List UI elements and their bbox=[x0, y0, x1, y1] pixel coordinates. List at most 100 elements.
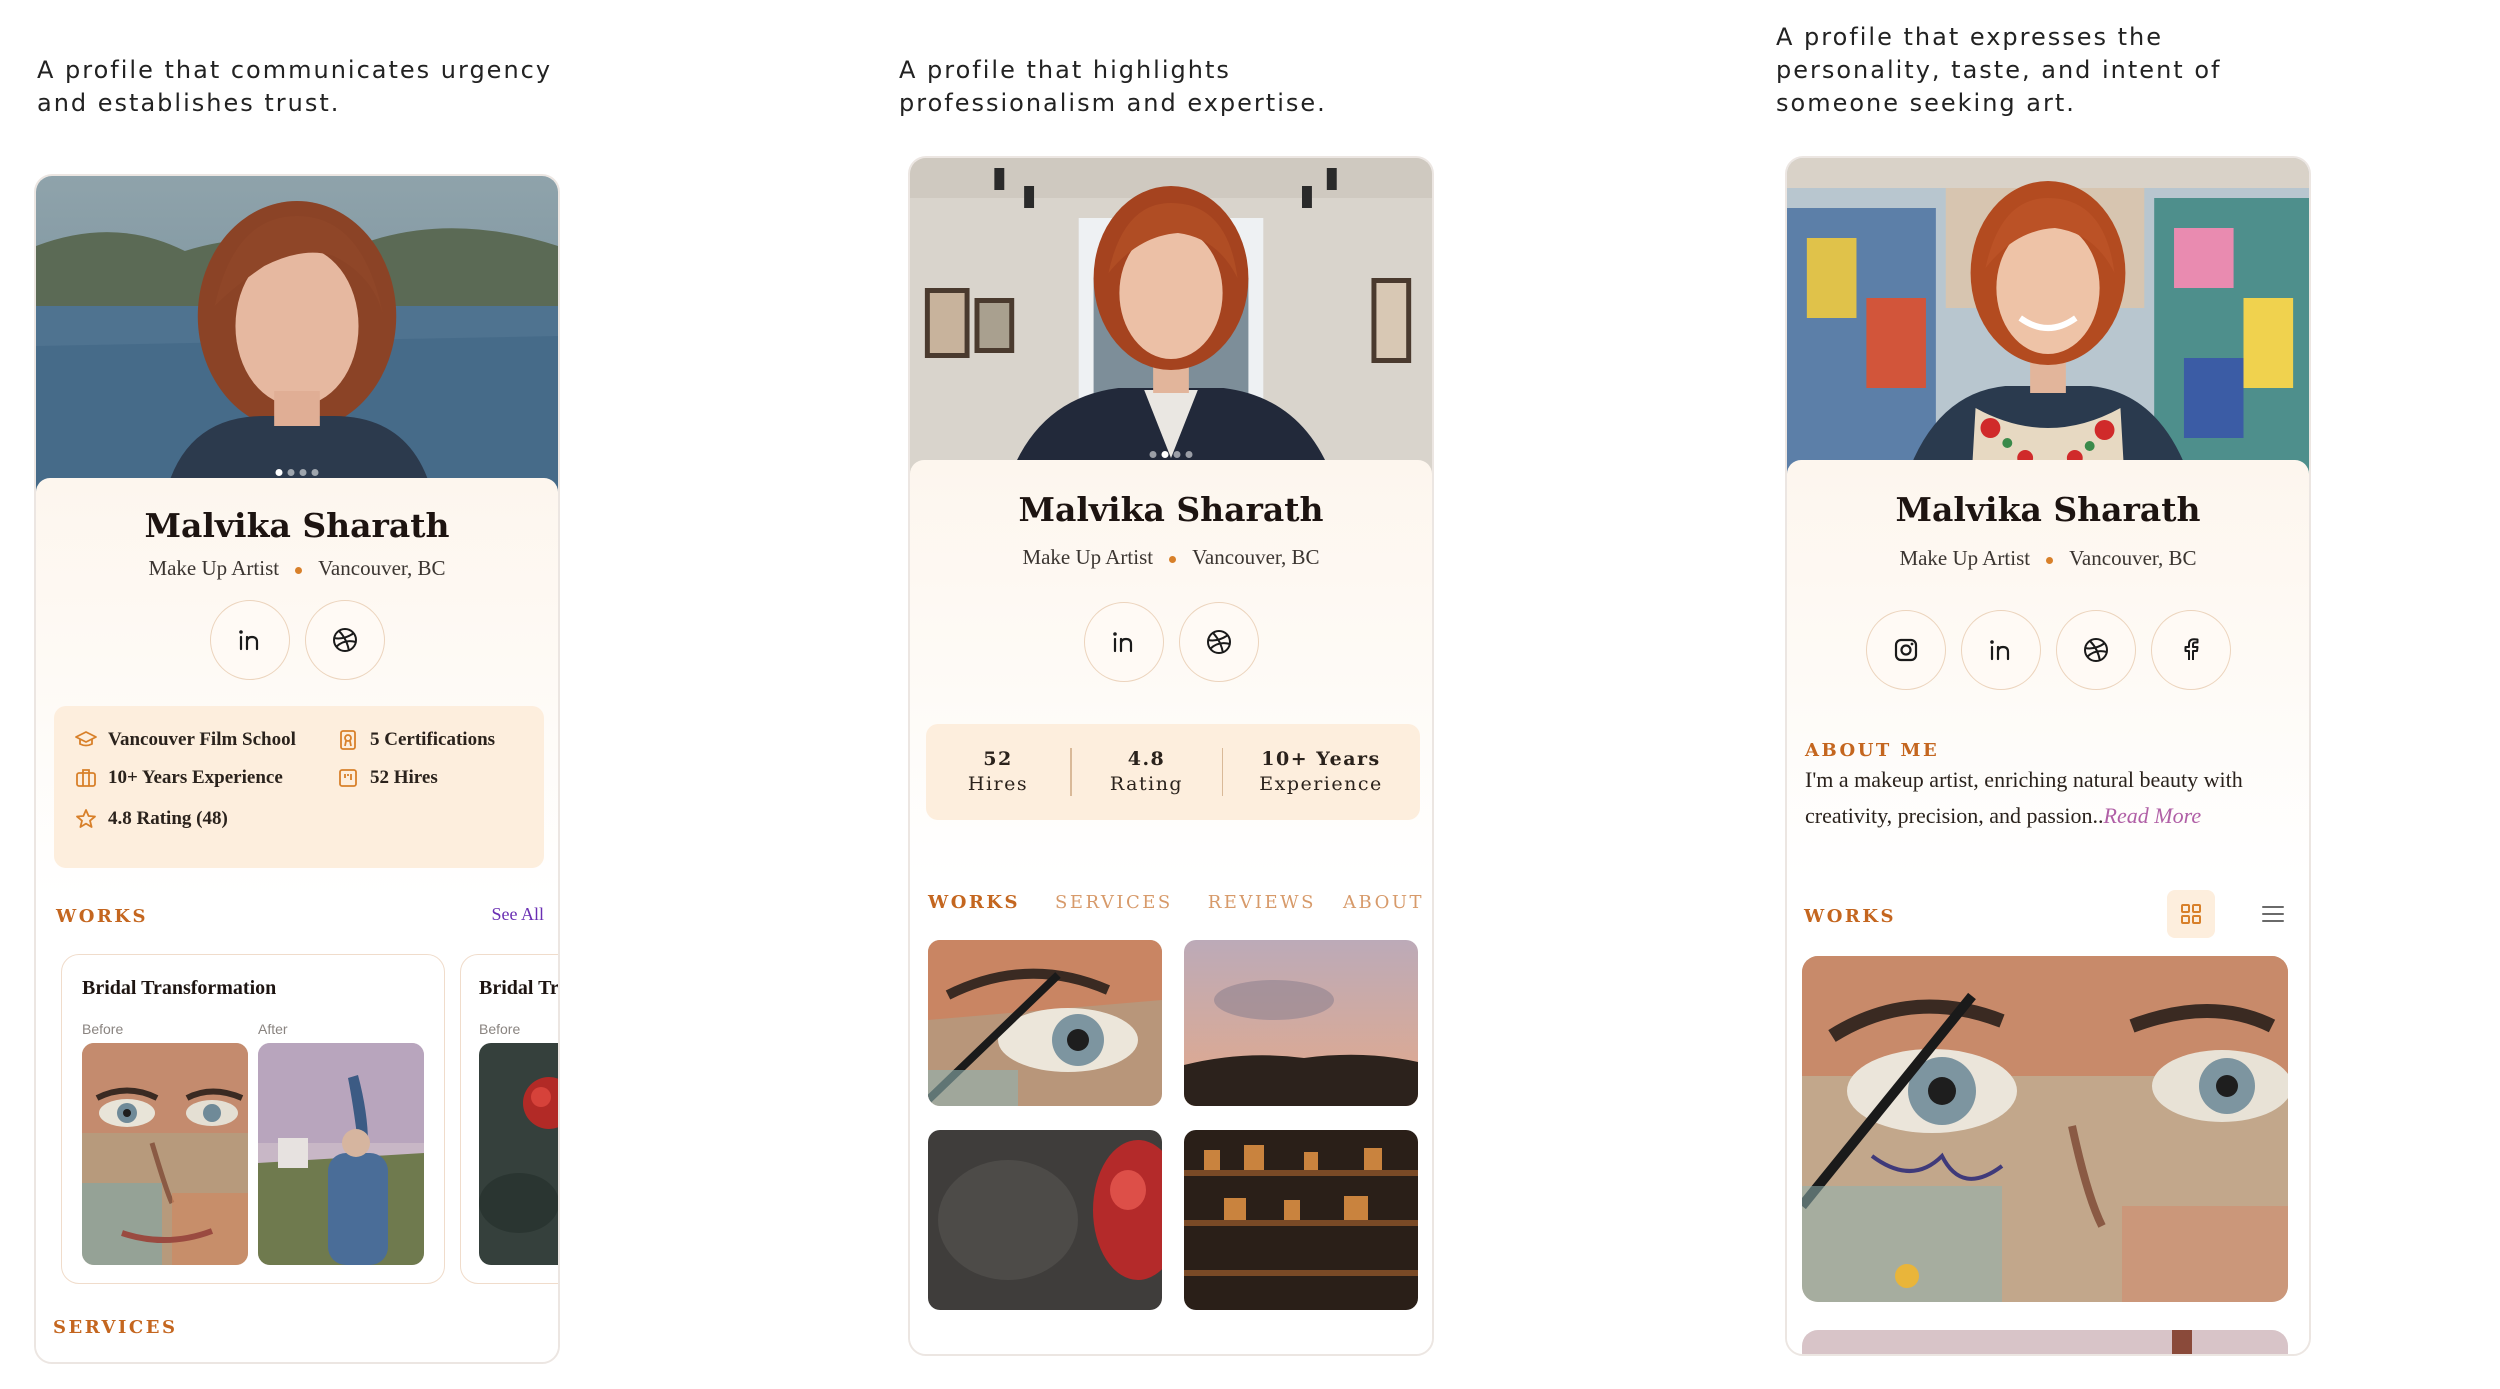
after-label: After bbox=[258, 1021, 288, 1037]
caption-profile-2: A profile that highlights professionalis… bbox=[899, 56, 1327, 117]
profile-role: Make Up Artist bbox=[1899, 546, 2031, 570]
stat-rating: 4.8 Rating bbox=[1109, 748, 1184, 795]
grid-icon bbox=[2181, 904, 2201, 924]
briefcase-icon bbox=[76, 769, 96, 787]
stats-box: 52 Hires 4.8 Rating 10+ Years Experience bbox=[926, 724, 1420, 820]
tab-reviews[interactable]: REVIEWS bbox=[1208, 892, 1316, 913]
linkedin-button[interactable] bbox=[1083, 602, 1164, 682]
dribbble-button[interactable] bbox=[1178, 602, 1259, 682]
work-card[interactable]: Bridal Transformation Before After bbox=[61, 954, 445, 1284]
about-me-title: ABOUT ME bbox=[1805, 740, 1940, 761]
linkedin-icon bbox=[1112, 632, 1132, 653]
linkedin-button[interactable] bbox=[209, 600, 290, 680]
profile-meta: Make Up Artist Vancouver, BC bbox=[36, 556, 558, 581]
profile-meta: Make Up Artist Vancouver, BC bbox=[1787, 546, 2309, 571]
certifications-item: 5 Certifications bbox=[336, 728, 495, 752]
linkedin-icon bbox=[1989, 640, 2009, 661]
profile-card: Malvika Sharath Make Up Artist Vancouver,… bbox=[36, 478, 558, 1362]
linkedin-button[interactable] bbox=[1960, 610, 2041, 690]
before-label: Before bbox=[82, 1021, 124, 1037]
facebook-button[interactable] bbox=[2150, 610, 2231, 690]
work-card[interactable]: Bridal Tr Before bbox=[460, 954, 559, 1284]
work-title: Bridal Transformation bbox=[82, 977, 277, 999]
carousel-dot[interactable] bbox=[311, 469, 319, 476]
works-section-label: WORKS bbox=[56, 906, 148, 927]
carousel-dot[interactable] bbox=[1161, 451, 1169, 458]
work-thumbnail[interactable] bbox=[928, 1130, 1162, 1310]
after-image[interactable] bbox=[258, 1043, 424, 1265]
caption-profile-3: A profile that expresses the personality… bbox=[1776, 23, 2222, 117]
stat-experience: 10+ Years Experience bbox=[1259, 748, 1383, 795]
portrait-image bbox=[910, 158, 1432, 478]
before-label: Before bbox=[479, 1021, 521, 1037]
work-featured-image[interactable] bbox=[1802, 956, 2288, 1302]
carousel-indicator[interactable] bbox=[1149, 451, 1193, 458]
tab-about[interactable]: ABOUT bbox=[1343, 892, 1424, 913]
carousel-dot[interactable] bbox=[1149, 451, 1157, 458]
profile-role: Make Up Artist bbox=[1022, 545, 1154, 569]
hero-photo[interactable] bbox=[1787, 158, 2309, 478]
experience-item: 10+ Years Experience bbox=[74, 766, 283, 790]
read-more-link[interactable]: Read More bbox=[2104, 803, 2202, 828]
view-toggle bbox=[2167, 890, 2297, 938]
tab-works[interactable]: WORKS bbox=[928, 892, 1020, 913]
portrait-image bbox=[36, 176, 558, 496]
work-title: Bridal Tr bbox=[479, 977, 559, 999]
separator-dot bbox=[1169, 555, 1177, 563]
social-links bbox=[910, 602, 1432, 682]
grid-view-button[interactable] bbox=[2167, 890, 2215, 938]
dribbble-button[interactable] bbox=[2055, 610, 2136, 690]
services-section-label: SERVICES bbox=[53, 1317, 178, 1338]
work-thumbnail[interactable] bbox=[1184, 940, 1418, 1106]
dribbble-icon bbox=[332, 628, 357, 652]
carousel-dot[interactable] bbox=[1185, 451, 1193, 458]
profile-meta: Make Up Artist Vancouver, BC bbox=[910, 545, 1432, 570]
tab-services[interactable]: SERVICES bbox=[1055, 892, 1173, 913]
about-me-text: I'm a makeup artist, enriching natural b… bbox=[1805, 767, 2243, 828]
caption-profile-1: A profile that communicates urgency and … bbox=[37, 56, 553, 117]
hero-photo[interactable] bbox=[910, 158, 1432, 478]
hires-icon bbox=[339, 769, 357, 787]
credentials-box: Vancouver Film School 5 Certifications 1… bbox=[54, 706, 544, 868]
portrait-image bbox=[1787, 158, 2309, 478]
before-image[interactable] bbox=[479, 1043, 558, 1265]
dribbble-icon bbox=[1206, 630, 1231, 654]
carousel-dot[interactable] bbox=[299, 469, 307, 476]
separator-dot bbox=[2046, 556, 2054, 564]
list-icon bbox=[2262, 906, 2284, 922]
graduation-cap-icon bbox=[75, 731, 97, 747]
profile-name: Malvika Sharath bbox=[1895, 490, 2201, 529]
certificate-icon bbox=[340, 730, 356, 750]
work-thumbnail[interactable] bbox=[1184, 1130, 1418, 1310]
social-links bbox=[1787, 610, 2309, 690]
star-icon bbox=[76, 809, 96, 828]
rating-item: 4.8 Rating (48) bbox=[74, 807, 228, 831]
linkedin-icon bbox=[238, 630, 258, 651]
profile-card: Malvika Sharath Make Up Artist Vancouver,… bbox=[910, 460, 1432, 1354]
work-next-image[interactable] bbox=[1802, 1330, 2288, 1354]
profile-location: Vancouver, BC bbox=[2069, 546, 2197, 570]
instagram-icon bbox=[1894, 638, 1917, 662]
list-view-button[interactable] bbox=[2249, 890, 2297, 938]
stat-hires: 52 Hires bbox=[967, 748, 1029, 795]
instagram-button[interactable] bbox=[1865, 610, 1946, 690]
carousel-dot[interactable] bbox=[1173, 451, 1181, 458]
dribbble-icon bbox=[2083, 638, 2108, 662]
see-all-link[interactable]: See All bbox=[492, 904, 545, 925]
before-image[interactable] bbox=[82, 1043, 248, 1265]
hero-photo[interactable] bbox=[36, 176, 558, 496]
profile-tabs: WORKS SERVICES REVIEWS ABOUT bbox=[928, 892, 1424, 913]
social-links bbox=[36, 600, 558, 680]
work-thumbnail[interactable] bbox=[928, 940, 1162, 1106]
dribbble-button[interactable] bbox=[304, 600, 385, 680]
profile-location: Vancouver, BC bbox=[1192, 545, 1320, 569]
carousel-dot[interactable] bbox=[275, 469, 283, 476]
profile-screen-personality: Malvika Sharath Make Up Artist Vancouver,… bbox=[1785, 156, 2311, 1356]
profile-location: Vancouver, BC bbox=[318, 556, 446, 580]
profile-name: Malvika Sharath bbox=[144, 506, 450, 545]
carousel-indicator[interactable] bbox=[275, 469, 319, 476]
separator-dot bbox=[295, 566, 303, 574]
carousel-dot[interactable] bbox=[287, 469, 295, 476]
profile-screen-trust: Malvika Sharath Make Up Artist Vancouver,… bbox=[34, 174, 560, 1364]
school-item: Vancouver Film School bbox=[74, 728, 296, 752]
